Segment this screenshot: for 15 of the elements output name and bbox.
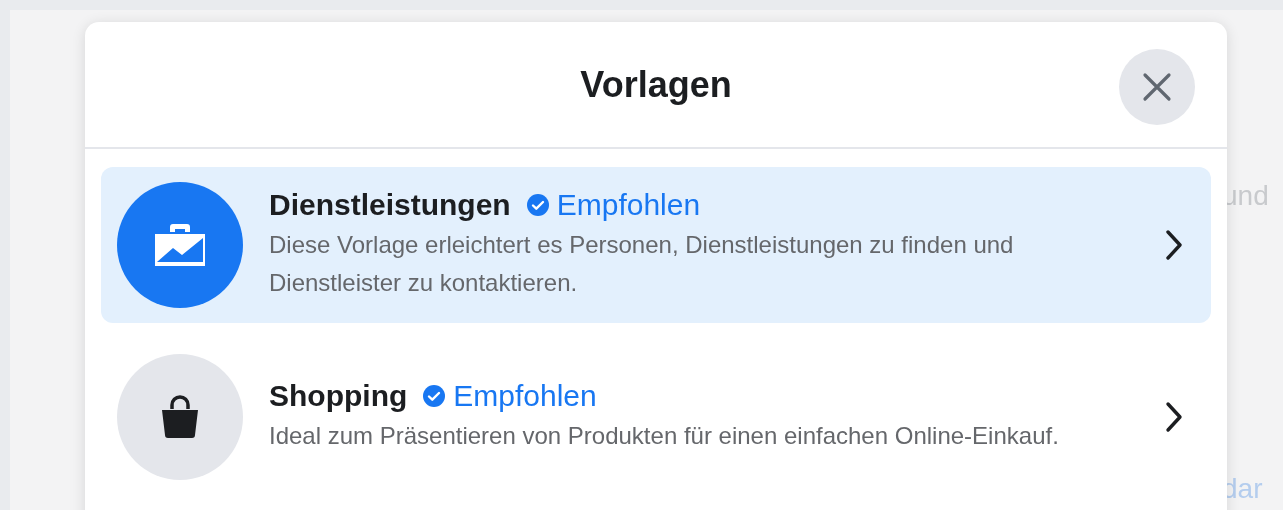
verified-check-icon bbox=[423, 385, 446, 407]
template-name: Shopping bbox=[269, 379, 408, 413]
template-description: Diese Vorlage erleichtert es Personen, Dienstleistungen zu finden und Dienstleister zu kontaktieren. bbox=[269, 230, 1015, 298]
dialog-title: Vorlagen bbox=[580, 63, 732, 106]
template-name: Dienstleistungen bbox=[269, 188, 511, 222]
recommended-label: Empfohlen bbox=[453, 379, 597, 413]
recommended-label: Empfohlen bbox=[556, 188, 701, 222]
template-item[interactable]: Dienstleistungen Empfohlen Diese Vorlage erleichtert es Personen, Dienstleistungen zu finden und Dienstleister zu kontaktieren. bbox=[101, 167, 1211, 323]
verified-check-icon bbox=[526, 194, 549, 216]
template-item[interactable]: Shopping Empfohlen Ideal zum Präsentieren von Produkten für einen einfachen Online-Einkauf. bbox=[101, 339, 1211, 495]
close-icon bbox=[1142, 72, 1172, 102]
chevron-right-icon bbox=[1165, 229, 1183, 261]
chevron-right-icon bbox=[1165, 401, 1183, 433]
briefcase-icon bbox=[153, 222, 207, 268]
template-description: Ideal zum Präsentieren von Produkten für einen einfachen Online-Einkauf. bbox=[269, 421, 1060, 451]
